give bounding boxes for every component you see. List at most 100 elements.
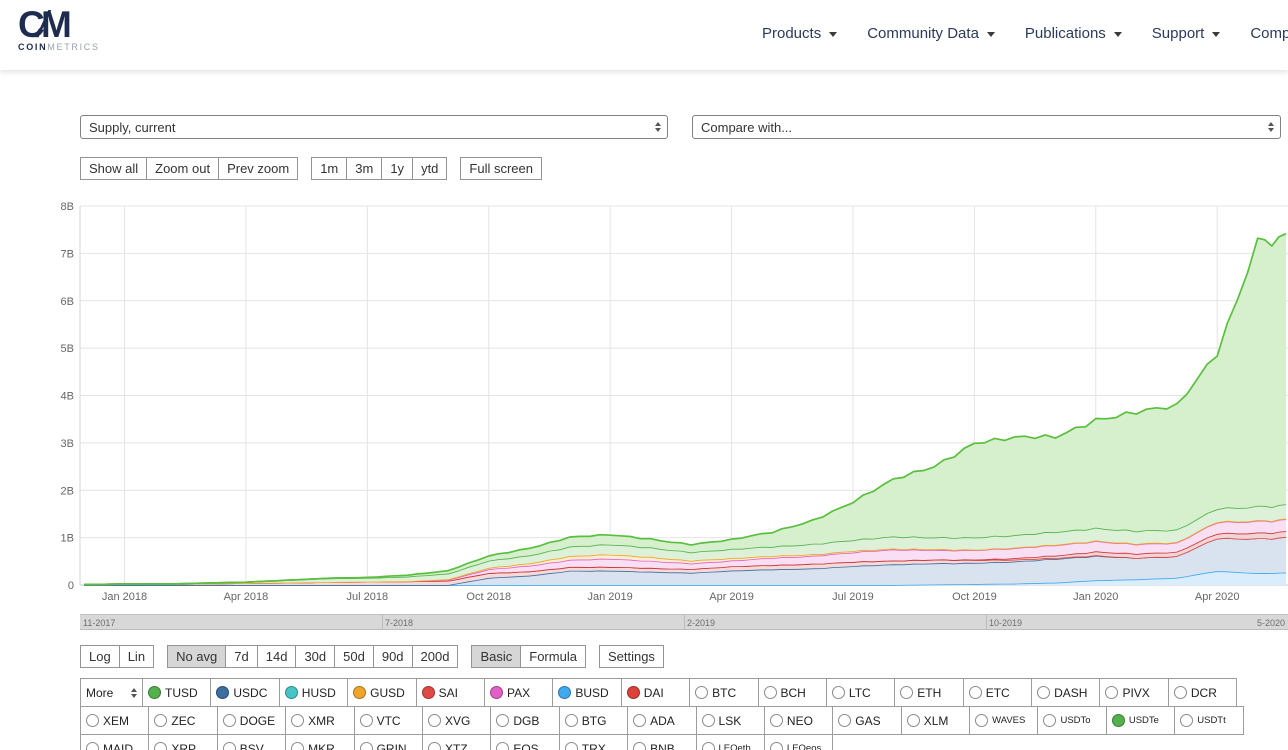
asset-toggle-doge[interactable]: DOGE — [216, 706, 287, 735]
asset-toggle-dcr[interactable]: DCR — [1167, 678, 1238, 707]
asset-toggle-btg[interactable]: BTG — [558, 706, 629, 735]
logo-metrics-text: METRICS — [47, 42, 100, 52]
asset-toggle-grin[interactable]: GRIN — [353, 734, 423, 750]
asset-label: ZEC — [171, 713, 196, 728]
zoom-show-all-button[interactable]: Show all — [80, 157, 148, 180]
asset-toggle-zec[interactable]: ZEC — [148, 706, 218, 735]
asset-toggle-bsv[interactable]: BSV — [216, 734, 287, 750]
avg-50d-button[interactable]: 50d — [334, 645, 374, 668]
nav-item-company[interactable]: Company — [1250, 25, 1288, 42]
asset-toggle-lsk[interactable]: LSK — [695, 706, 765, 735]
avg-7d-button[interactable]: 7d — [225, 645, 258, 668]
asset-toggle-xmr[interactable]: XMR — [285, 706, 355, 735]
asset-toggle-leoeos[interactable]: LEOeos — [763, 734, 834, 750]
header-nav: Products Community Data Publications Suppor… — [762, 25, 1288, 42]
asset-toggle-xrp[interactable]: XRP — [148, 734, 218, 750]
avg-30d-button[interactable]: 30d — [295, 645, 336, 668]
asset-toggle-bnb[interactable]: BNB — [627, 734, 697, 750]
asset-label: USDC — [233, 685, 268, 700]
range-3m-button[interactable]: 3m — [346, 157, 383, 180]
avg-200d-button[interactable]: 200d — [411, 645, 459, 668]
range-ytd-button[interactable]: ytd — [412, 157, 448, 180]
avg-90d-button[interactable]: 90d — [372, 645, 413, 668]
asset-toggle-bch[interactable]: BCH — [757, 678, 827, 707]
asset-toggle-usdtt[interactable]: USDTt — [1174, 706, 1244, 735]
asset-toggle-xlm[interactable]: XLM — [900, 706, 971, 735]
asset-toggle-etc[interactable]: ETC — [962, 678, 1033, 707]
scale-lin-button[interactable]: Lin — [118, 645, 155, 668]
range-1y-button[interactable]: 1y — [381, 157, 414, 180]
asset-label: XLM — [923, 713, 949, 728]
asset-label: XEM — [103, 713, 130, 728]
settings-settings-button[interactable]: Settings — [598, 645, 664, 668]
asset-toggle-dgb[interactable]: DGB — [490, 706, 560, 735]
nav-item-label: Publications — [1024, 25, 1106, 42]
avg-no-avg-button[interactable]: No avg — [167, 645, 227, 668]
chart-area[interactable]: 0 1B 2B 3B 4B 5B 6B 7B 8B Jan 2018 Apr 2018 Jul 201… — [45, 198, 1288, 609]
nav-item-publications[interactable]: Publications — [1025, 25, 1122, 42]
asset-toggle-ltc[interactable]: LTC — [825, 678, 896, 707]
nav-item-community-data[interactable]: Community Data — [867, 25, 995, 42]
asset-toggle-sai[interactable]: SAI — [415, 678, 485, 707]
asset-toggle-ada[interactable]: ADA — [627, 706, 697, 735]
x-tick-label: Apr 2020 — [1195, 591, 1240, 603]
asset-label: ETH — [917, 685, 942, 700]
asset-toggle-husd[interactable]: HUSD — [278, 678, 349, 707]
asset-toggle-xem[interactable]: XEM — [80, 706, 150, 735]
asset-label: TRX — [581, 741, 606, 750]
asset-toggle-eos[interactable]: EOS — [490, 734, 560, 750]
nav-item-support[interactable]: Support — [1152, 25, 1221, 42]
asset-toggle-trx[interactable]: TRX — [558, 734, 629, 750]
supply-chart[interactable]: 0 1B 2B 3B 4B 5B 6B 7B 8B Jan 2018 Apr 2018 Jul 201… — [45, 198, 1288, 604]
asset-toggle-mkr[interactable]: MKR — [285, 734, 355, 750]
avg-group: No avg 7d 14d 30d 50d 90d 200d — [167, 645, 459, 668]
asset-toggle-waves[interactable]: WAVES — [969, 706, 1039, 735]
scale-log-button[interactable]: Log — [80, 645, 120, 668]
asset-toggle-xtz[interactable]: XTZ — [421, 734, 492, 750]
asset-label: PAX — [506, 685, 531, 700]
asset-toggle-btc[interactable]: BTC — [689, 678, 759, 707]
asset-toggle-vtc[interactable]: VTC — [353, 706, 423, 735]
asset-toggle-neo[interactable]: NEO — [763, 706, 834, 735]
metric-select[interactable]: Supply, current — [80, 115, 668, 139]
mode-basic-button[interactable]: Basic — [471, 645, 522, 668]
asset-toggle-usdte[interactable]: USDTe — [1105, 706, 1176, 735]
select-spinner-icon — [1268, 122, 1274, 132]
zoom-zoom-out-button[interactable]: Zoom out — [146, 157, 220, 180]
asset-toggle-xvg[interactable]: XVG — [421, 706, 492, 735]
asset-toggle-maid[interactable]: MAID — [80, 734, 150, 750]
asset-toggle-eth[interactable]: ETH — [894, 678, 964, 707]
asset-toggle-dash[interactable]: DASH — [1031, 678, 1101, 707]
x-tick-label: Oct 2019 — [952, 591, 997, 603]
compare-select[interactable]: Compare with... — [692, 115, 1281, 139]
x-tick-label: Oct 2018 — [466, 591, 511, 603]
fullscreen-full-screen-button[interactable]: Full screen — [460, 157, 542, 180]
more-assets-select[interactable]: More — [80, 678, 143, 707]
range-1m-button[interactable]: 1m — [311, 157, 348, 180]
unselected-dot-icon — [633, 714, 647, 727]
unselected-dot-icon — [769, 742, 783, 750]
navigator-label: 10-2019 — [989, 618, 1023, 628]
unselected-dot-icon — [291, 714, 305, 727]
chart-navigator[interactable]: 11-2017 7-2018 2-2019 10-2019 5-2020 — [80, 614, 1288, 630]
y-tick-label: 3B — [61, 438, 74, 450]
asset-toggle-gas[interactable]: GAS — [832, 706, 902, 735]
asset-row: More TUSD USDC HUSD GUSD SAI PAX BUSD DAI BTC BCH L… — [80, 678, 1244, 707]
logo-coin-text: COIN — [18, 42, 48, 52]
mode-formula-button[interactable]: Formula — [520, 645, 586, 668]
coinmetrics-logo[interactable]: C/M COINMETRICS — [18, 4, 100, 53]
asset-toggle-busd[interactable]: BUSD — [552, 678, 622, 707]
asset-toggle-usdc[interactable]: USDC — [210, 678, 280, 707]
avg-14d-button[interactable]: 14d — [256, 645, 297, 668]
asset-toggle-pivx[interactable]: PIVX — [1099, 678, 1169, 707]
asset-toggle-usdto[interactable]: USDTo — [1037, 706, 1107, 735]
logo-m: M — [41, 4, 72, 45]
asset-toggle-gusd[interactable]: GUSD — [347, 678, 417, 707]
x-tick-label: Apr 2018 — [224, 591, 269, 603]
asset-toggle-dai[interactable]: DAI — [620, 678, 691, 707]
asset-toggle-tusd[interactable]: TUSD — [142, 678, 212, 707]
asset-toggle-leoeth[interactable]: LEOeth — [695, 734, 765, 750]
nav-item-products[interactable]: Products — [762, 25, 838, 42]
asset-toggle-pax[interactable]: PAX — [483, 678, 554, 707]
zoom-prev-zoom-button[interactable]: Prev zoom — [218, 157, 299, 180]
